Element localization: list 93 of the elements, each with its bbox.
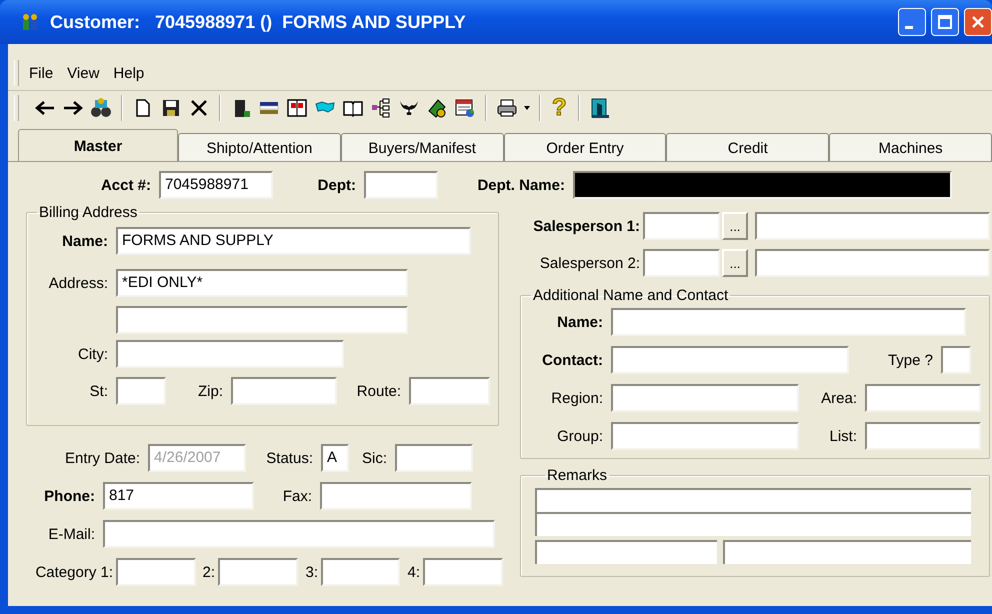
- field-label: Status:: [265, 450, 314, 466]
- field-label: Region:: [550, 390, 604, 406]
- tab[interactable]: Shipto/Attention: [178, 133, 341, 162]
- text-field[interactable]: [364, 171, 438, 199]
- exit-door-icon[interactable]: [588, 97, 611, 119]
- field-label: 4:: [406, 564, 421, 580]
- text-field[interactable]: 817: [103, 482, 254, 510]
- text-field[interactable]: [116, 340, 344, 368]
- maximize-icon: [938, 15, 952, 29]
- people-icon: [20, 12, 40, 32]
- report-icon[interactable]: [454, 97, 476, 119]
- close-icon: [971, 15, 985, 29]
- text-field[interactable]: [611, 422, 799, 450]
- field-label: Acct #:: [100, 176, 152, 194]
- field-label: Name:: [556, 314, 604, 330]
- field-label: Contact:: [541, 352, 604, 368]
- field-label: List:: [828, 428, 858, 444]
- tab[interactable]: Machines: [829, 133, 992, 162]
- text-field[interactable]: FORMS AND SUPPLY: [116, 227, 471, 255]
- browse-button[interactable]: ...: [722, 212, 748, 240]
- field-label: 2:: [201, 564, 216, 580]
- caret-icon[interactable]: [523, 105, 531, 111]
- field-label: St:: [88, 382, 109, 400]
- tree-icon[interactable]: [370, 97, 392, 119]
- text-field[interactable]: [395, 444, 473, 472]
- remarks-field[interactable]: [535, 488, 971, 512]
- browse-button[interactable]: ...: [722, 249, 748, 277]
- text-field[interactable]: A: [321, 444, 349, 472]
- text-field[interactable]: [941, 346, 971, 374]
- field-label: Type ?: [886, 352, 934, 368]
- text-field[interactable]: [409, 377, 490, 405]
- field-label: Area:: [820, 390, 858, 406]
- save-icon[interactable]: [160, 97, 182, 119]
- text-field[interactable]: [320, 482, 472, 510]
- text-field[interactable]: [116, 377, 166, 405]
- field-label: Address:: [48, 274, 109, 292]
- group-title: Remarks: [546, 467, 608, 484]
- text-field[interactable]: [643, 212, 720, 240]
- group-title: Additional Name and Contact: [532, 287, 730, 304]
- binoculars-icon[interactable]: [90, 97, 112, 119]
- menu-item[interactable]: Help: [113, 64, 144, 82]
- text-field[interactable]: [321, 558, 400, 586]
- text-field[interactable]: [755, 249, 990, 277]
- text-field[interactable]: [423, 558, 503, 586]
- text-field[interactable]: [231, 377, 337, 405]
- pencil-icon[interactable]: [426, 97, 448, 119]
- field-label: Dept:: [316, 176, 357, 194]
- text-field[interactable]: [865, 422, 981, 450]
- field-label: Fax:: [282, 488, 313, 504]
- text-field[interactable]: [611, 308, 966, 336]
- maximize-button[interactable]: [931, 8, 959, 36]
- masked-field[interactable]: [573, 171, 952, 199]
- text-field[interactable]: [116, 306, 408, 334]
- text-field[interactable]: 7045988971: [159, 171, 273, 199]
- minimize-button[interactable]: [898, 8, 926, 36]
- field-label: Group:: [556, 428, 604, 444]
- field-label: Name:: [61, 232, 109, 250]
- text-field[interactable]: [103, 520, 495, 548]
- field-label: Category 1:: [34, 564, 114, 580]
- field-label: Salesperson 1:: [532, 218, 641, 234]
- menu-item[interactable]: File: [29, 64, 54, 82]
- field-label: City:: [77, 346, 109, 362]
- text-field[interactable]: [643, 249, 720, 277]
- text-field[interactable]: [865, 384, 981, 412]
- close-button[interactable]: [964, 8, 992, 36]
- printer-icon[interactable]: [496, 97, 518, 119]
- remarks-field[interactable]: [723, 540, 971, 564]
- tab[interactable]: Master: [18, 129, 178, 162]
- tab[interactable]: Order Entry: [504, 133, 666, 162]
- tab[interactable]: Buyers/Manifest: [340, 133, 504, 162]
- window-title: Customer: 7045988971 () FORMS AND SUPPLY: [50, 12, 467, 32]
- tab[interactable]: Credit: [666, 133, 830, 162]
- calendar-icon[interactable]: [286, 97, 308, 119]
- field-label: Salesperson 2:: [538, 254, 641, 272]
- field-label: 3:: [304, 564, 319, 580]
- text-field[interactable]: [755, 212, 990, 240]
- field-label: Zip:: [196, 382, 224, 400]
- text-field[interactable]: [611, 384, 799, 412]
- minimize-icon: [905, 26, 913, 28]
- text-field[interactable]: [611, 346, 849, 374]
- remarks-field[interactable]: [535, 540, 717, 564]
- remarks-field[interactable]: [535, 512, 971, 536]
- field-label: Sic:: [360, 450, 388, 466]
- group-title: Billing Address: [38, 204, 138, 221]
- text-field[interactable]: [218, 558, 298, 586]
- field-label: Phone:: [43, 488, 96, 504]
- text-field[interactable]: [116, 558, 196, 586]
- menu-item[interactable]: View: [67, 64, 100, 82]
- text-field[interactable]: *EDI ONLY*: [116, 269, 408, 297]
- field-label: E-Mail:: [47, 526, 96, 542]
- field-label: Entry Date:: [64, 450, 141, 466]
- field-label: Route:: [356, 382, 402, 400]
- field-label: Dept. Name:: [476, 176, 566, 194]
